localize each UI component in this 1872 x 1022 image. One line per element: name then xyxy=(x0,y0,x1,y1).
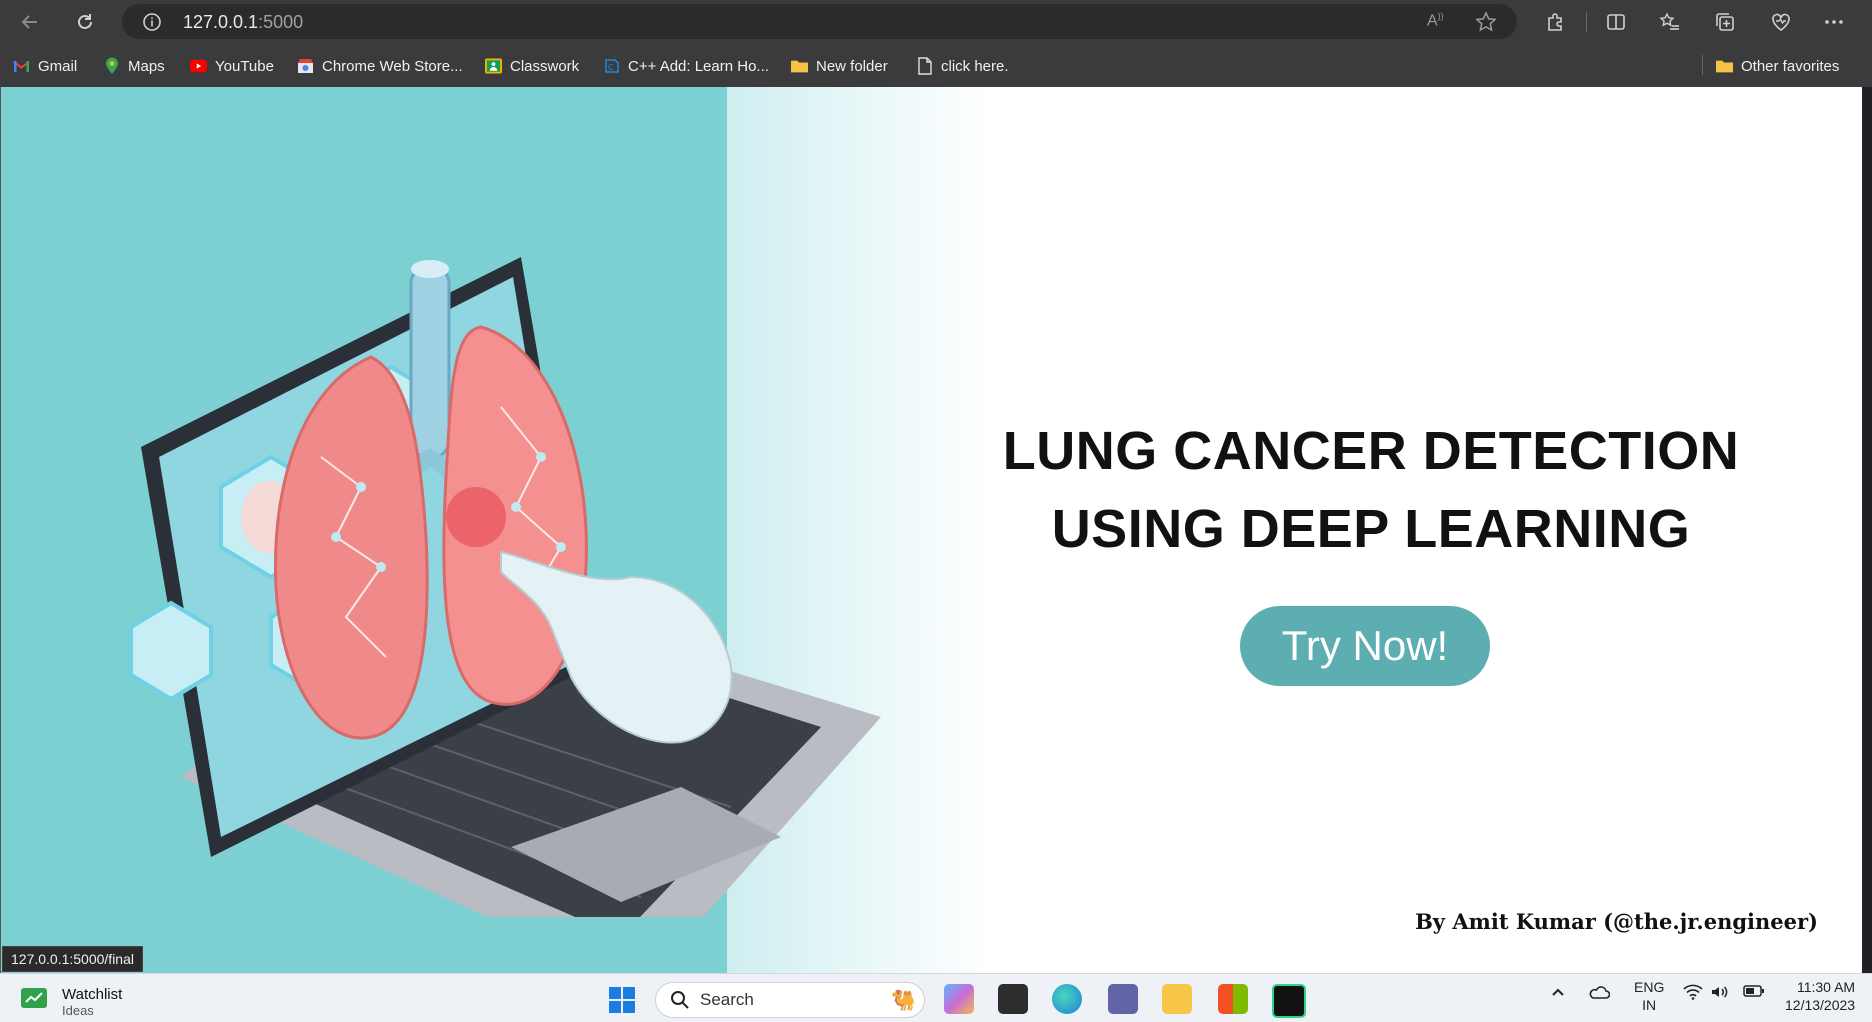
bookmark-label: C++ Add: Learn Ho... xyxy=(628,57,769,75)
favorites-button[interactable] xyxy=(1654,6,1686,38)
url-text: 127.0.0.1:5000 xyxy=(183,12,303,33)
widget-title: Watchlist xyxy=(62,986,123,1003)
search-placeholder: Search xyxy=(700,990,754,1009)
status-link-preview: 127.0.0.1:5000/final xyxy=(2,946,143,972)
bookmark-youtube[interactable]: YouTube xyxy=(190,55,274,77)
svg-text:C: C xyxy=(608,63,614,72)
edge-browser-icon[interactable] xyxy=(1052,984,1082,1014)
volume-icon[interactable] xyxy=(1710,984,1730,1003)
read-aloud-icon[interactable]: A)) xyxy=(1427,11,1444,30)
split-screen-button[interactable] xyxy=(1600,6,1632,38)
task-view-icon[interactable] xyxy=(998,984,1028,1014)
copilot-app-icon[interactable] xyxy=(944,984,974,1014)
more-dots-icon xyxy=(1825,20,1843,24)
folder-icon xyxy=(1716,58,1733,75)
gmail-icon xyxy=(13,58,30,75)
lungs-laptop-illustration xyxy=(129,257,881,917)
settings-more-button[interactable] xyxy=(1818,6,1850,38)
bookmark-cpp[interactable]: C C++ Add: Learn Ho... xyxy=(603,55,769,77)
chevron-up-icon xyxy=(1552,988,1564,996)
chrome-web-store-icon xyxy=(297,58,314,75)
split-screen-icon xyxy=(1607,14,1625,30)
classwork-icon xyxy=(485,58,502,75)
bookmark-label: YouTube xyxy=(215,57,274,75)
bookmark-maps[interactable]: Maps xyxy=(103,55,165,77)
search-highlight-icon: 🐫 xyxy=(891,989,916,1012)
bookmark-classwork[interactable]: Classwork xyxy=(485,55,579,77)
try-now-button[interactable]: Try Now! xyxy=(1240,606,1490,686)
windows-taskbar: Watchlist Ideas Search 🐫 ENG IN 11:30 AM… xyxy=(0,973,1872,1022)
bookmarks-bar: Gmail Maps YouTube Chrome Web Store... C… xyxy=(0,43,1872,87)
stock-chart-icon xyxy=(21,988,47,1008)
bookmark-label: Gmail xyxy=(38,57,78,75)
maps-icon xyxy=(103,57,120,75)
toolbar-divider xyxy=(1586,12,1587,32)
title-line-2: USING DEEP LEARNING xyxy=(1051,499,1691,559)
other-favorites[interactable]: Other favorites xyxy=(1716,55,1839,77)
address-bar[interactable]: 127.0.0.1:5000 A)) xyxy=(122,4,1517,39)
back-button[interactable] xyxy=(14,6,46,38)
web-page: LUNG CANCER DETECTION USING DEEP LEARNIN… xyxy=(0,87,1862,973)
teams-icon[interactable] xyxy=(1108,984,1138,1014)
puzzle-icon xyxy=(1548,13,1562,31)
battery-icon[interactable] xyxy=(1743,984,1765,1001)
onedrive-icon[interactable] xyxy=(1588,984,1611,1003)
url-port: :5000 xyxy=(258,12,304,32)
favorites-list-icon xyxy=(1659,12,1679,30)
page-title: LUNG CANCER DETECTION USING DEEP LEARNIN… xyxy=(971,412,1771,568)
language-code: ENG xyxy=(1634,979,1665,995)
region-code: IN xyxy=(1642,997,1657,1013)
taskbar-search[interactable]: Search 🐫 xyxy=(655,982,925,1018)
start-button[interactable] xyxy=(608,986,636,1019)
clock[interactable]: 11:30 AM 12/13/2023 xyxy=(1785,978,1855,1014)
language-indicator[interactable]: ENG IN xyxy=(1634,978,1664,1014)
title-line-1: LUNG CANCER DETECTION xyxy=(1002,421,1740,481)
bookmark-label: Maps xyxy=(128,57,165,75)
bookmark-click-here[interactable]: click here. xyxy=(916,55,1009,77)
widget-subtitle: Ideas xyxy=(62,1003,94,1018)
windows-logo-icon xyxy=(609,987,635,1013)
site-info-icon[interactable] xyxy=(142,12,162,32)
wifi-icon[interactable] xyxy=(1683,984,1703,1003)
folder-icon xyxy=(791,58,808,75)
microsoft-store-icon[interactable] xyxy=(1218,984,1248,1014)
bookmark-chrome-web-store[interactable]: Chrome Web Store... xyxy=(297,55,463,77)
other-favorites-label: Other favorites xyxy=(1741,57,1840,75)
extensions-button[interactable] xyxy=(1539,6,1571,38)
browser-essentials-button[interactable] xyxy=(1765,6,1797,38)
author-byline: By Amit Kumar (@the.jr.engineer) xyxy=(1415,909,1818,934)
browser-toolbar: 127.0.0.1:5000 A)) xyxy=(0,0,1872,43)
favorite-star-icon[interactable] xyxy=(1475,11,1497,33)
url-host: 127.0.0.1 xyxy=(183,12,259,32)
cpp-icon: C xyxy=(603,58,620,75)
clock-date: 12/13/2023 xyxy=(1785,997,1856,1013)
collections-icon xyxy=(1716,13,1734,31)
bookmark-gmail[interactable]: Gmail xyxy=(13,55,77,77)
bookmark-label: Chrome Web Store... xyxy=(322,57,463,75)
bookmark-label: New folder xyxy=(816,57,888,75)
heart-pulse-icon xyxy=(1772,13,1790,31)
bookmark-divider xyxy=(1702,55,1703,75)
back-arrow-icon xyxy=(21,15,37,29)
page-icon xyxy=(916,57,933,75)
reload-button[interactable] xyxy=(69,6,101,38)
clock-time: 11:30 AM xyxy=(1796,979,1856,995)
bookmark-new-folder[interactable]: New folder xyxy=(791,55,888,77)
bookmark-label: click here. xyxy=(941,57,1009,75)
watchlist-widget[interactable]: Watchlist Ideas xyxy=(20,986,122,1018)
bookmark-label: Classwork xyxy=(510,57,580,75)
search-icon xyxy=(671,991,689,1009)
youtube-icon xyxy=(190,58,207,75)
collections-button[interactable] xyxy=(1709,6,1741,38)
show-hidden-icons[interactable] xyxy=(1550,984,1566,1003)
pycharm-icon[interactable] xyxy=(1272,984,1306,1018)
file-explorer-icon[interactable] xyxy=(1162,984,1192,1014)
reload-icon xyxy=(78,14,92,29)
